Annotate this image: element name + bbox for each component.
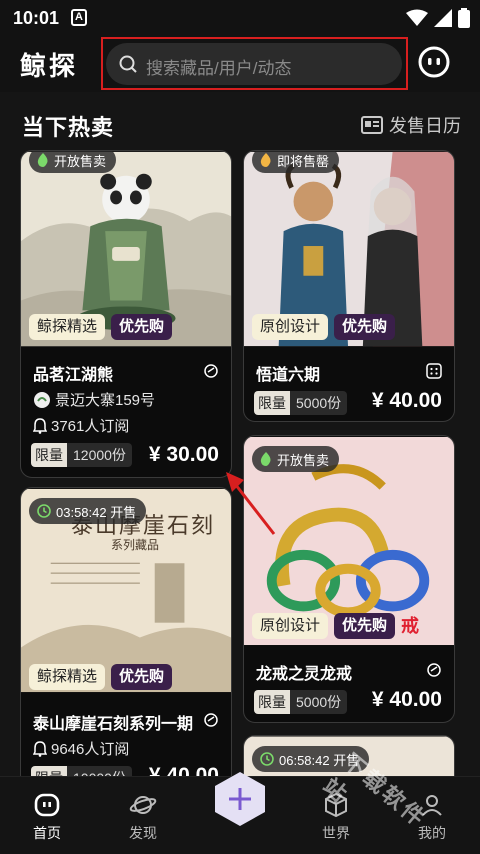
collectible-name: 品茗江湖熊	[33, 367, 114, 384]
collectible-card[interactable]: 泰山摩崖石刻 系列藏品 03:58:42 开售 鲸探精选 优先购 泰山摩崖石刻系…	[20, 487, 232, 787]
calendar-icon	[361, 116, 383, 134]
section-title: 当下热卖	[22, 115, 115, 140]
sale-status-badge: 开放售卖	[252, 446, 340, 472]
collectible-name: 泰山摩崖石刻系列一期	[33, 716, 194, 733]
chain-icon	[427, 663, 441, 677]
top-header: 鲸探 搜索藏品/用户/动态	[0, 36, 480, 92]
flame-icon	[37, 153, 48, 167]
home-icon	[34, 793, 60, 817]
limit-count: 12000份	[67, 443, 132, 467]
nav-discover[interactable]: 发现	[113, 791, 173, 843]
collectible-name: 悟道六期	[256, 367, 321, 384]
grid-chain-icon	[426, 363, 442, 379]
collectible-card[interactable]: 开放售卖 鲸探精选 优先购 品茗江湖熊 景迈大寨159号 3761人订阅 限量 …	[20, 150, 232, 478]
publisher-row: 景迈大寨159号	[33, 389, 155, 410]
tag-row: 鲸探精选 优先购	[29, 664, 173, 690]
price: ¥ 40.00	[371, 389, 442, 412]
price: ¥ 30.00	[148, 443, 219, 466]
artwork-overlay-text: 戒	[401, 616, 420, 636]
annotation-arrow	[226, 472, 276, 535]
tag-priority: 优先购	[334, 613, 396, 639]
create-plus-button[interactable]	[213, 771, 267, 827]
tag-row: 原创设计 优先购 戒	[252, 613, 419, 639]
search-highlight-box	[101, 37, 408, 90]
sale-countdown-badge: 03:58:42 开售	[29, 498, 147, 524]
tag-row: 原创设计 优先购	[252, 314, 396, 340]
subscriber-count: 9646人订阅	[51, 741, 130, 758]
chain-icon	[204, 364, 218, 378]
price: ¥ 40.00	[371, 688, 442, 711]
calendar-label: 发售日历	[389, 116, 461, 136]
limit-label: 限量	[254, 391, 290, 415]
battery-icon	[458, 8, 470, 28]
tag-original-design: 原创设计	[252, 613, 329, 639]
status-icons	[406, 7, 470, 29]
artwork-subtitle: 系列藏品	[111, 538, 160, 552]
bell-icon	[33, 740, 47, 757]
flame-icon	[260, 153, 271, 167]
tag-whale-pick: 鲸探精选	[29, 664, 106, 690]
tag-priority: 优先购	[111, 314, 173, 340]
release-calendar-link[interactable]: 发售日历	[361, 112, 461, 138]
wifi-icon	[406, 9, 428, 26]
limit-label: 限量	[254, 690, 290, 714]
tag-row: 鲸探精选 优先购	[29, 314, 173, 340]
nav-discover-label: 发现	[129, 825, 157, 841]
edition-limit: 限量 12000份	[31, 443, 132, 467]
limit-label: 限量	[31, 443, 67, 467]
publisher-avatar	[34, 391, 50, 408]
nav-home[interactable]: 首页	[17, 791, 77, 843]
bell-icon	[33, 417, 47, 434]
flame-icon	[260, 452, 271, 466]
clock-icon	[260, 752, 274, 766]
tag-priority: 优先购	[111, 664, 173, 690]
status-bar: 10:01 A	[0, 0, 480, 36]
clock-icon	[37, 504, 51, 518]
collectible-card[interactable]: 即将售罄 原创设计 优先购 悟道六期 限量 5000份 ¥ 40.00	[243, 150, 455, 422]
chain-icon	[204, 713, 218, 727]
tag-whale-pick: 鲸探精选	[29, 314, 106, 340]
subscribers-row: 3761人订阅	[33, 415, 129, 436]
collectible-name: 龙戒之灵龙戒	[256, 666, 353, 683]
planet-icon	[129, 796, 157, 814]
limit-count: 5000份	[290, 391, 348, 415]
subscribers-row: 9646人订阅	[33, 738, 129, 759]
notification-icon: A	[71, 9, 87, 26]
status-time: 10:01	[13, 8, 60, 28]
signal-icon	[434, 9, 452, 27]
app-logo-title: 鲸探	[20, 51, 79, 81]
limit-count: 5000份	[290, 690, 348, 714]
publisher-name: 景迈大寨159号	[55, 392, 156, 409]
sale-status-badge: 即将售罄	[252, 151, 340, 173]
sale-status-badge: 开放售卖	[29, 151, 117, 173]
tag-original-design: 原创设计	[252, 314, 329, 340]
edition-limit: 限量 5000份	[254, 391, 348, 415]
tag-priority: 优先购	[334, 314, 396, 340]
edition-limit: 限量 5000份	[254, 690, 348, 714]
message-bot-icon[interactable]	[418, 46, 450, 78]
nav-world-label: 世界	[322, 825, 350, 841]
nav-home-label: 首页	[33, 825, 61, 841]
subscriber-count: 3761人订阅	[51, 418, 130, 435]
